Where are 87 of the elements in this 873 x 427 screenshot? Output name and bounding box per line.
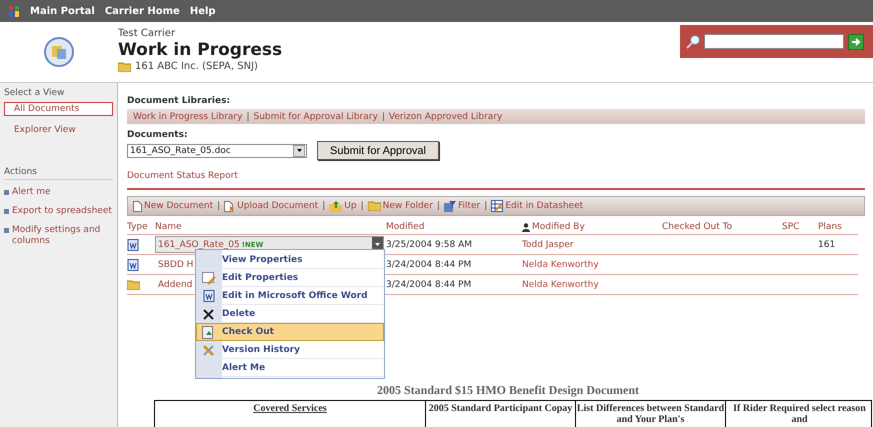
toolbar-button[interactable]: New Document (133, 200, 214, 212)
person-icon (522, 222, 530, 232)
column-header[interactable]: Modified (386, 222, 424, 232)
status-report-link[interactable]: Document Status Report (127, 171, 865, 190)
delete-icon (203, 308, 214, 320)
page-title: Work in Progress (118, 40, 284, 60)
column-header[interactable]: Checked Out To (662, 222, 732, 232)
document-column-header: List Differences between Standard and Your Plan's (575, 401, 725, 427)
menu-item[interactable]: View Properties (196, 251, 384, 269)
separator: | (436, 201, 440, 211)
site-logo-icon (44, 37, 74, 67)
checkout-icon (202, 326, 215, 338)
column-header[interactable]: Name (155, 222, 182, 232)
user-link[interactable]: Nelda Kenworthy (522, 280, 599, 290)
separator: | (360, 201, 364, 211)
bullet-icon (4, 209, 9, 214)
column-header[interactable]: Plans (818, 222, 842, 232)
search-field[interactable] (704, 34, 844, 49)
caret-icon (375, 243, 380, 246)
folder-icon (118, 62, 131, 72)
document-icon (202, 290, 214, 302)
sidebar-heading: Actions (4, 167, 113, 180)
nav-link[interactable]: Main Portal (30, 6, 95, 16)
table-cell: 161 (818, 240, 836, 250)
library-link[interactable]: Verizon Approved Library (388, 112, 502, 122)
documents-label: Documents: (127, 130, 189, 140)
people-icon (8, 5, 20, 17)
folder-up-icon (329, 200, 342, 212)
document-icon (127, 258, 139, 270)
breadcrumb: 161 ABC Inc. (SEPA, SNJ) (135, 61, 258, 72)
column-header[interactable]: SPC (782, 222, 800, 232)
view-link[interactable]: All Documents (4, 102, 113, 116)
table-cell: 3/24/2004 8:44 PM (386, 260, 472, 270)
file-link[interactable]: Addend (158, 280, 192, 290)
sidebar-heading: Select a View (4, 88, 66, 98)
menu-item[interactable]: Version History (196, 341, 384, 359)
menu-item[interactable]: Alert Me (196, 359, 384, 377)
filter-icon (444, 200, 456, 212)
action-link[interactable]: Modify settings and columns (12, 225, 113, 247)
page-icon (133, 200, 142, 212)
document-column-header: Covered Services (252, 402, 328, 416)
folder-icon (368, 201, 381, 211)
edit-icon (202, 272, 216, 284)
nav-link[interactable]: Help (190, 6, 216, 16)
toolbar-button[interactable]: New Folder (368, 201, 433, 211)
file-link[interactable]: SBDD H (158, 260, 194, 270)
document-column-header: If Rider Required select reason and (725, 401, 873, 427)
separator: | (246, 112, 250, 122)
action-link[interactable]: Alert me (12, 187, 51, 198)
toolbar-button[interactable]: Up (329, 200, 357, 212)
toolbar-button[interactable]: Upload Document (224, 200, 318, 212)
menu-item[interactable]: Edit in Microsoft Office Word (196, 287, 384, 305)
separator: | (484, 201, 488, 211)
document-title: 2005 Standard $15 HMO Benefit Design Document (377, 383, 639, 398)
library-link[interactable]: Submit for Approval Library (254, 112, 378, 122)
bullet-icon (4, 190, 9, 195)
user-link[interactable]: Nelda Kenworthy (522, 260, 599, 270)
action-link[interactable]: Export to spreadsheet (12, 206, 112, 217)
datasheet-icon (491, 200, 504, 212)
submit-button[interactable]: Submit for Approval (317, 141, 439, 160)
toolbar-button[interactable]: Filter (444, 200, 480, 212)
view-link[interactable]: Explorer View (4, 123, 113, 137)
table-cell: 3/25/2004 9:58 AM (386, 240, 472, 250)
separator: | (382, 112, 385, 122)
document-column-header: 2005 Standard Participant Copay (425, 401, 575, 427)
upload-icon (224, 200, 236, 212)
library-link[interactable]: Work in Progress Library (133, 112, 242, 122)
document-icon (127, 238, 139, 250)
separator: | (217, 201, 220, 211)
menu-item[interactable]: Check Out (196, 323, 384, 341)
search-icon (686, 34, 700, 48)
libraries-label: Document Libraries: (127, 96, 232, 106)
table-cell: 3/24/2004 8:44 PM (386, 280, 472, 290)
nav-link[interactable]: Carrier Home (104, 6, 180, 16)
toolbar-button[interactable]: Edit in Datasheet (491, 200, 584, 212)
menu-item[interactable]: Edit Properties (196, 269, 384, 287)
go-button[interactable] (848, 34, 864, 50)
site-name: Test Carrier (118, 28, 176, 39)
column-header[interactable]: Type (127, 222, 148, 232)
column-header[interactable]: Modified By (532, 222, 585, 232)
document-select[interactable]: 161_ASO_Rate_05.doc (127, 144, 307, 158)
caret-icon (296, 149, 302, 152)
folder-icon (127, 280, 140, 290)
arrow-right-icon (851, 36, 861, 46)
separator: | (322, 201, 326, 211)
user-link[interactable]: Todd Jasper (522, 240, 574, 250)
bullet-icon (4, 228, 9, 233)
